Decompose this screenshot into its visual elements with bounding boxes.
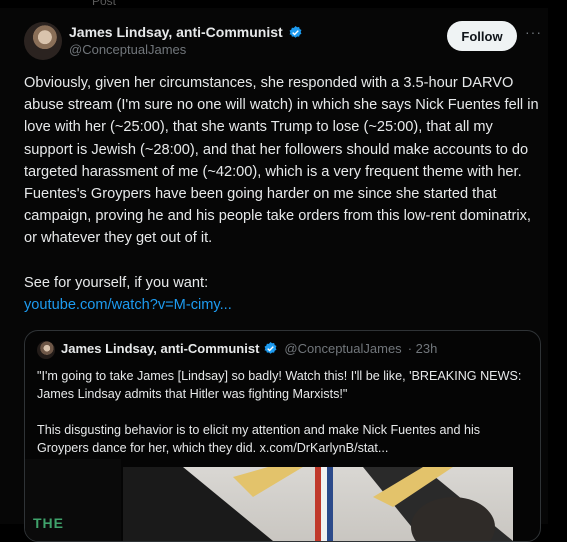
quoted-author-avatar[interactable] bbox=[37, 341, 55, 359]
post-paragraph: Obviously, given her circumstances, she … bbox=[24, 75, 539, 247]
quoted-post[interactable]: James Lindsay, anti-Communist @Conceptua… bbox=[24, 330, 541, 542]
author-name-row: James Lindsay, anti-Communist bbox=[69, 24, 303, 40]
quoted-timestamp[interactable]: · 23h bbox=[408, 341, 438, 356]
media-caption: THE bbox=[33, 515, 64, 531]
quoted-paragraph: "I'm going to take James [Lindsay] so ba… bbox=[37, 369, 522, 401]
more-options-icon[interactable]: ··· bbox=[525, 24, 542, 40]
post-card: James Lindsay, anti-Communist @Conceptua… bbox=[0, 8, 548, 542]
quoted-header: James Lindsay, anti-Communist @Conceptua… bbox=[61, 341, 437, 356]
media-thumbnail-left: THE bbox=[25, 459, 121, 541]
author-handle[interactable]: @ConceptualJames bbox=[69, 42, 186, 57]
follow-button[interactable]: Follow bbox=[447, 21, 517, 51]
youtube-link[interactable]: youtube.com/watch?v=M-cimy... bbox=[24, 297, 232, 313]
quoted-author-handle[interactable]: @ConceptualJames bbox=[284, 341, 401, 356]
media-image bbox=[123, 467, 513, 541]
quoted-media[interactable]: THE bbox=[25, 459, 540, 541]
header-title: Post bbox=[92, 0, 117, 8]
verified-badge-icon bbox=[264, 341, 277, 354]
quoted-text: "I'm going to take James [Lindsay] so ba… bbox=[37, 367, 533, 457]
previous-content-edge: Post bbox=[0, 0, 567, 8]
verified-badge-icon bbox=[289, 25, 302, 38]
author-name[interactable]: James Lindsay, anti-Communist bbox=[69, 24, 283, 40]
quoted-author-name[interactable]: James Lindsay, anti-Communist bbox=[61, 341, 259, 356]
post-paragraph: See for yourself, if you want: bbox=[24, 274, 209, 291]
quoted-paragraph: This disgusting behavior is to elicit my… bbox=[37, 423, 481, 455]
author-avatar[interactable] bbox=[24, 22, 62, 60]
post-text: Obviously, given her circumstances, she … bbox=[24, 72, 544, 316]
media-graphic bbox=[123, 467, 513, 541]
